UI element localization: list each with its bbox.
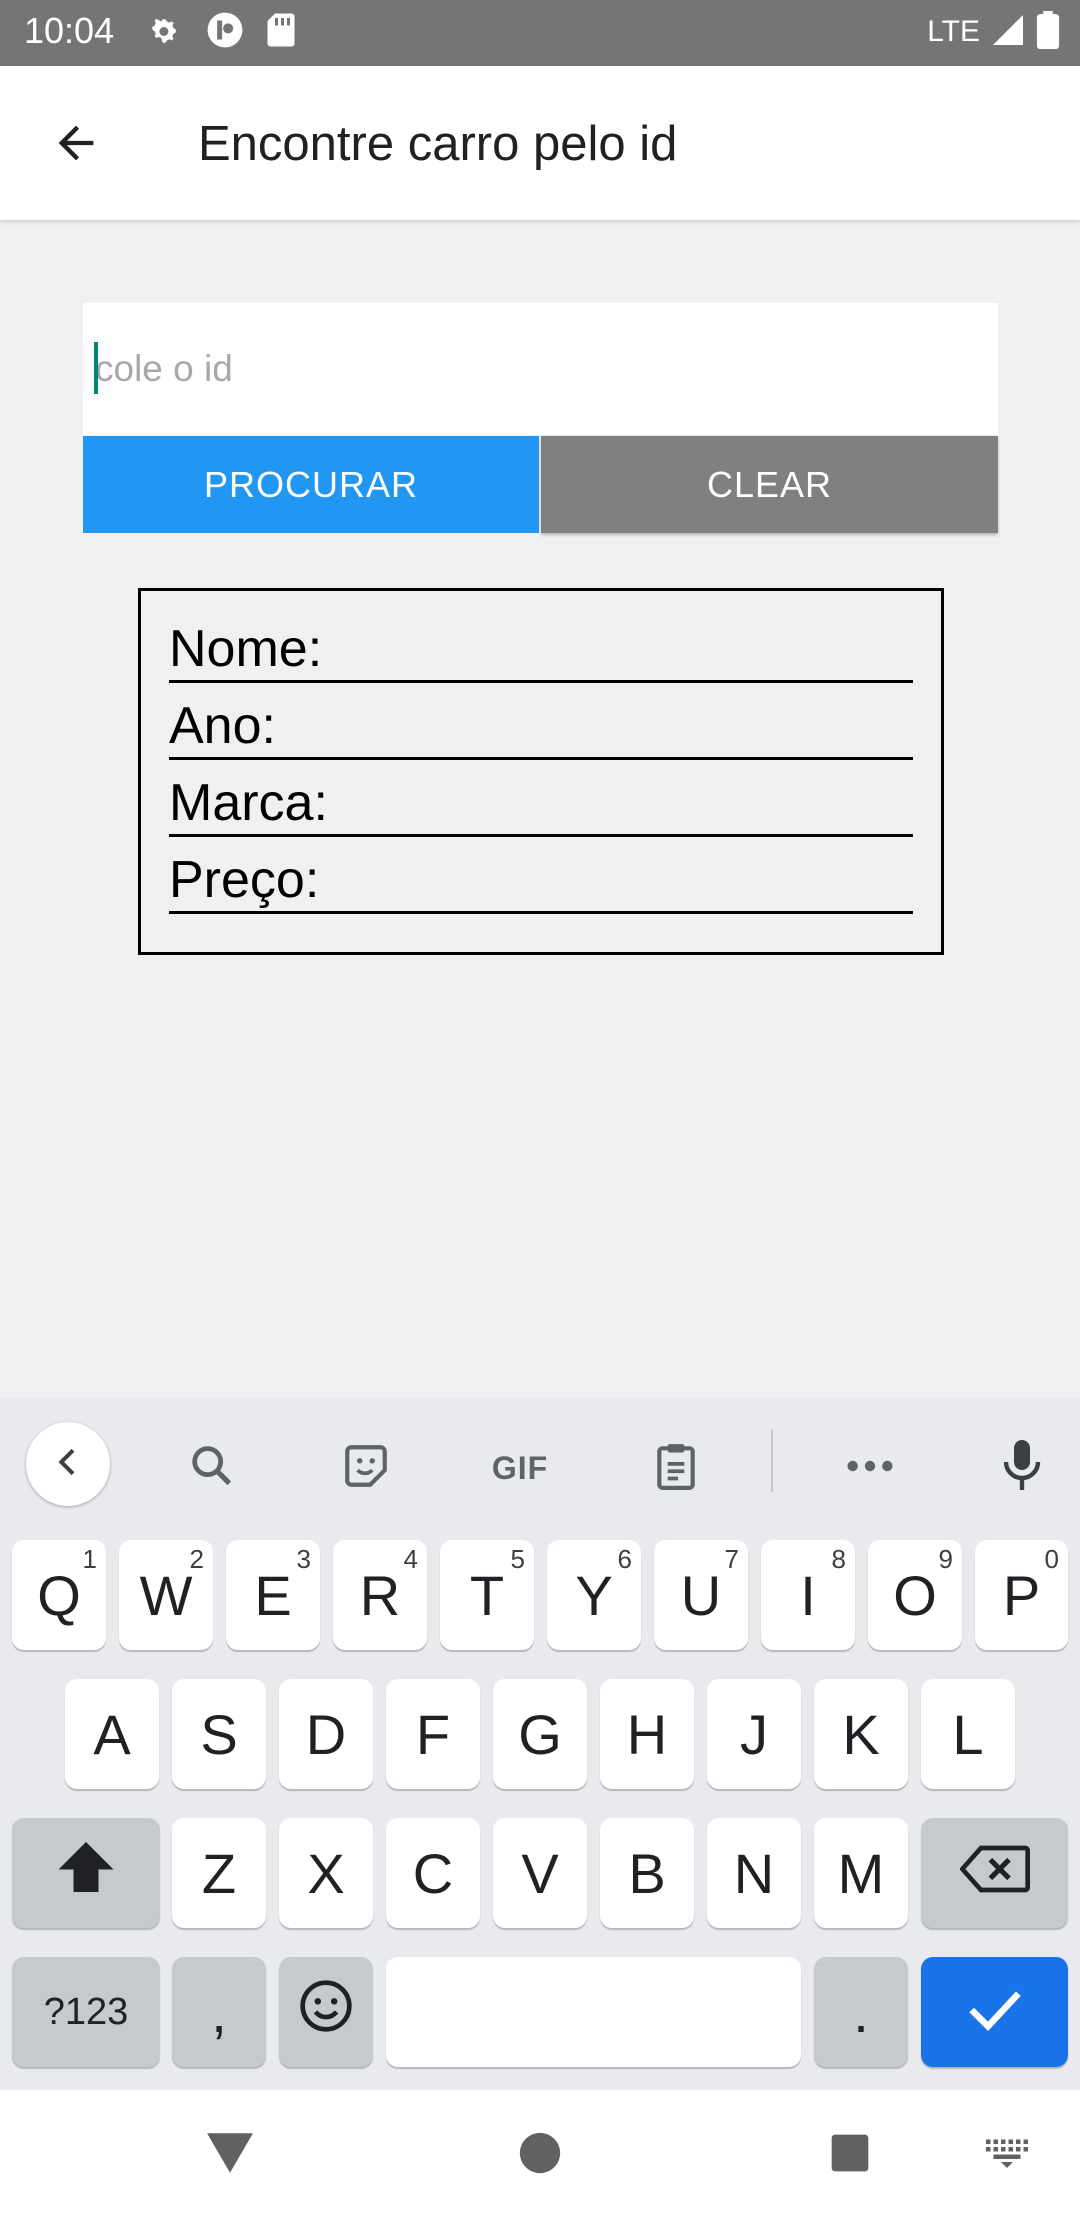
key-q[interactable]: Q1	[12, 1540, 106, 1650]
search-icon	[186, 1440, 238, 1497]
car-details-box: Nome: Ano: Marca: Preço:	[138, 588, 944, 955]
page-title: Encontre carro pelo id	[198, 117, 678, 171]
keyboard-toolbar: GIF	[0, 1398, 1080, 1528]
year-field: Ano:	[169, 683, 913, 760]
mic-icon	[998, 1438, 1046, 1499]
voice-input-button[interactable]	[980, 1426, 1064, 1510]
more-icon	[844, 1456, 896, 1481]
keyboard-switch-icon	[984, 2138, 1030, 2173]
settings-icon	[148, 12, 184, 53]
search-button[interactable]: PROCURAR	[83, 436, 539, 533]
key-i[interactable]: I8	[761, 1540, 855, 1650]
key-s[interactable]: S	[172, 1679, 266, 1789]
recents-square-icon	[830, 2133, 870, 2178]
toolbar-separator	[771, 1430, 773, 1492]
year-label: Ano:	[169, 697, 276, 755]
brand-label: Marca:	[169, 774, 328, 832]
status-bar: 10:04 LTE	[0, 0, 1080, 66]
keyboard-search-button[interactable]	[170, 1426, 254, 1510]
backspace-key[interactable]	[921, 1818, 1068, 1928]
nav-home-button[interactable]	[505, 2120, 575, 2190]
network-label: LTE	[927, 15, 980, 48]
key-g[interactable]: G	[493, 1679, 587, 1789]
keyboard-switch-button[interactable]	[972, 2120, 1042, 2190]
key-f[interactable]: F	[386, 1679, 480, 1789]
key-d[interactable]: D	[279, 1679, 373, 1789]
price-label: Preço:	[169, 851, 320, 909]
clipboard-icon	[651, 1439, 701, 1498]
arrow-back-icon	[50, 117, 102, 174]
key-m[interactable]: M	[814, 1818, 908, 1928]
backspace-icon	[958, 1841, 1030, 1906]
key-e[interactable]: E3	[226, 1540, 320, 1650]
price-field: Preço:	[169, 837, 913, 914]
emoji-icon	[298, 1978, 354, 2047]
key-h[interactable]: H	[600, 1679, 694, 1789]
home-circle-icon	[518, 2131, 562, 2180]
sticker-button[interactable]	[324, 1426, 408, 1510]
key-p[interactable]: P0	[975, 1540, 1068, 1650]
keyboard-collapse-button[interactable]	[26, 1422, 110, 1506]
sd-card-icon	[266, 12, 296, 53]
nav-back-button[interactable]	[195, 2120, 265, 2190]
emoji-key[interactable]	[279, 1957, 373, 2067]
key-r[interactable]: R4	[333, 1540, 427, 1650]
status-time: 10:04	[24, 10, 115, 51]
system-nav-bar	[0, 2090, 1080, 2220]
status-system-icons: LTE	[927, 10, 1060, 54]
enter-key[interactable]	[921, 1957, 1068, 2067]
clipboard-button[interactable]	[634, 1426, 718, 1510]
period-key[interactable]: .	[814, 1957, 908, 2067]
key-k[interactable]: K	[814, 1679, 908, 1789]
key-u[interactable]: U7	[654, 1540, 748, 1650]
key-o[interactable]: O9	[868, 1540, 962, 1650]
key-y[interactable]: Y6	[547, 1540, 641, 1650]
battery-icon	[1036, 10, 1060, 54]
signal-icon	[990, 12, 1026, 53]
name-label: Nome:	[169, 620, 323, 678]
name-field: Nome:	[169, 606, 913, 683]
more-options-button[interactable]	[828, 1426, 912, 1510]
back-triangle-icon	[205, 2131, 255, 2180]
key-a[interactable]: A	[65, 1679, 159, 1789]
key-c[interactable]: C	[386, 1818, 480, 1928]
soft-keyboard: GIF Q1 W2 E3 R4 T5 Y6 U7 I8 O9 P0 A S D …	[0, 1398, 1080, 2090]
app-bar: Encontre carro pelo id	[0, 66, 1080, 220]
key-v[interactable]: V	[493, 1818, 587, 1928]
shift-icon	[56, 1839, 116, 1908]
checkmark-icon	[967, 1980, 1023, 2045]
text-cursor	[94, 342, 98, 394]
symbols-key[interactable]: ?123	[12, 1957, 160, 2067]
space-key[interactable]	[386, 1957, 801, 2067]
key-j[interactable]: J	[707, 1679, 801, 1789]
key-b[interactable]: B	[600, 1818, 694, 1928]
brand-field: Marca:	[169, 760, 913, 837]
notification-app-icon	[206, 11, 244, 54]
status-notification-icons	[148, 12, 296, 52]
key-z[interactable]: Z	[172, 1818, 266, 1928]
clear-button[interactable]: CLEAR	[541, 436, 998, 533]
gif-label: GIF	[491, 1449, 549, 1486]
key-t[interactable]: T5	[440, 1540, 534, 1650]
key-w[interactable]: W2	[119, 1540, 213, 1650]
key-x[interactable]: X	[279, 1818, 373, 1928]
shift-key[interactable]	[12, 1818, 160, 1928]
comma-key[interactable]: ,	[172, 1957, 266, 2067]
id-input[interactable]	[83, 303, 998, 435]
sticker-icon	[341, 1441, 391, 1496]
gif-button[interactable]: GIF	[478, 1426, 562, 1510]
key-n[interactable]: N	[707, 1818, 801, 1928]
back-button[interactable]	[40, 109, 112, 181]
chevron-left-icon	[48, 1442, 88, 1487]
nav-recents-button[interactable]	[815, 2120, 885, 2190]
key-l[interactable]: L	[921, 1679, 1015, 1789]
